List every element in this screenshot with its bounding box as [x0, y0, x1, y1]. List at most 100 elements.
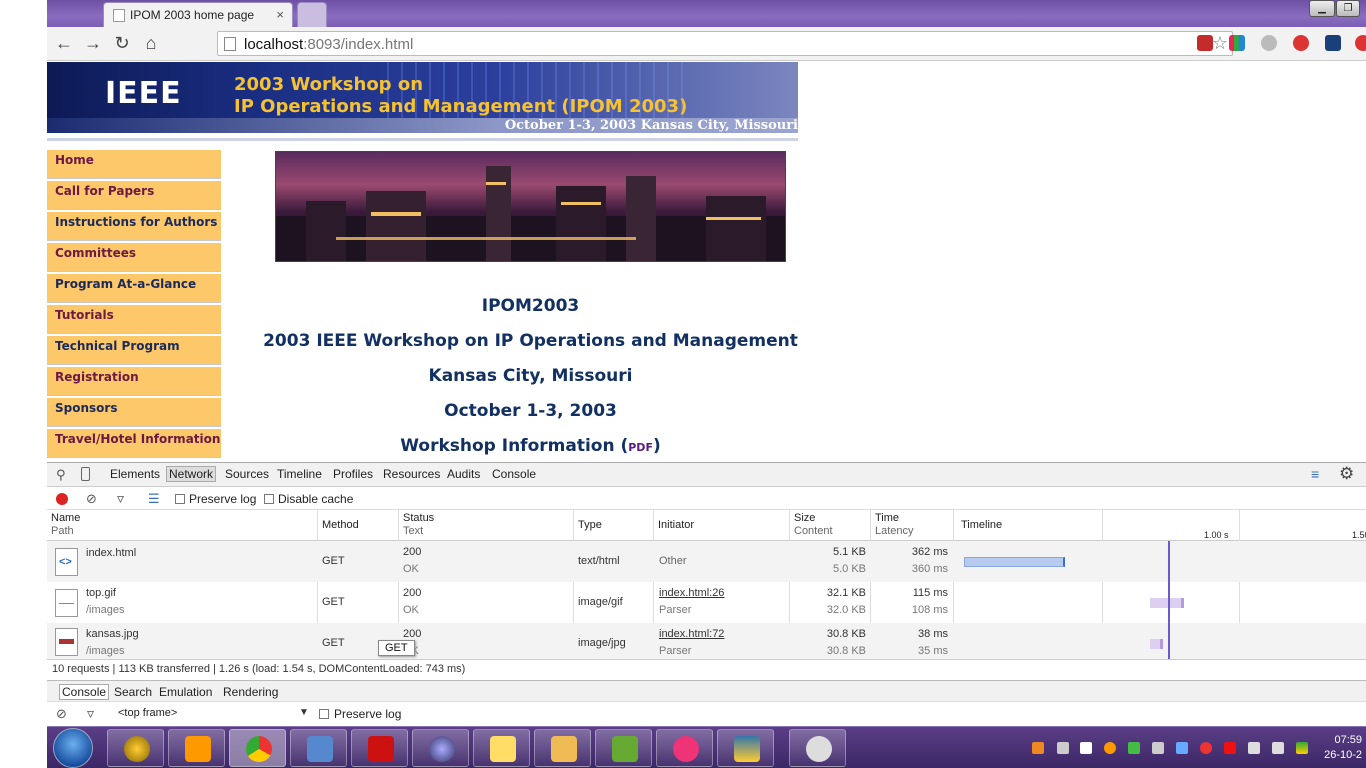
banner-date: October 1-3, 2003 Kansas City, Missouri: [504, 118, 798, 133]
taskbar-app-explorer[interactable]: [534, 729, 591, 767]
initiator-link[interactable]: index.html:26: [659, 587, 724, 599]
nav-item-travel[interactable]: Travel/Hotel Information: [47, 429, 221, 458]
html-file-icon: <>: [55, 548, 78, 576]
taskbar-app-eclipse[interactable]: [412, 729, 469, 767]
filter-icon[interactable]: ▿: [87, 705, 94, 722]
clock[interactable]: 07:59 26-10-2: [1324, 733, 1362, 763]
drawer-tab-emulation[interactable]: Emulation: [159, 685, 212, 699]
taskbar-app-network[interactable]: [290, 729, 347, 767]
taskbar-app-video[interactable]: [168, 729, 225, 767]
frame-select[interactable]: <top frame>: [118, 707, 177, 719]
taskbar-app-python[interactable]: [717, 729, 774, 767]
tab-sources[interactable]: Sources: [225, 467, 269, 481]
search-icon[interactable]: ⚲: [56, 467, 66, 483]
col-status[interactable]: Status Text: [403, 512, 434, 538]
bookmark-star-icon[interactable]: ☆: [1212, 33, 1228, 54]
network-table-header: Name Path Method Status Text Type Initiato…: [47, 510, 1366, 541]
col-method[interactable]: Method: [322, 519, 359, 532]
nav-item-sponsors[interactable]: Sponsors: [47, 398, 221, 427]
chrome-tray-icon[interactable]: [1200, 742, 1212, 754]
col-name[interactable]: Name Path: [51, 512, 80, 538]
tab-audits[interactable]: Audits: [447, 467, 480, 481]
nav-item-committees[interactable]: Committees: [47, 243, 221, 272]
gear-icon[interactable]: ⚙: [1339, 464, 1354, 484]
tray-icon[interactable]: [1248, 742, 1260, 754]
google-drive-icon[interactable]: [1296, 742, 1308, 754]
nav-item-tutorials[interactable]: Tutorials: [47, 305, 221, 334]
nav-item-registration[interactable]: Registration: [47, 367, 221, 396]
device-mode-icon[interactable]: [81, 467, 90, 481]
tray-icon[interactable]: [1104, 742, 1116, 754]
record-icon[interactable]: [56, 493, 68, 505]
back-arrow-icon[interactable]: ←: [53, 33, 75, 54]
dropdown-arrow-icon[interactable]: ▼: [299, 707, 309, 718]
signal-icon[interactable]: [1272, 742, 1284, 754]
taskbar-app-notes[interactable]: [473, 729, 530, 767]
taskbar-app-n[interactable]: [656, 729, 713, 767]
flag-icon[interactable]: [1080, 742, 1092, 754]
tray-icon[interactable]: [1128, 742, 1140, 754]
taskbar-app-notepad[interactable]: [595, 729, 652, 767]
drawer-tab-console[interactable]: Console: [59, 684, 110, 700]
workshop-information-label: Workshop Information (: [400, 436, 629, 456]
col-size[interactable]: Size Content: [794, 512, 833, 538]
list-view-icon[interactable]: ☰: [148, 491, 160, 507]
pdf-link[interactable]: PDF: [628, 441, 653, 454]
col-time[interactable]: Time Latency: [875, 512, 914, 538]
address-bar[interactable]: localhost:8093/index.html ☆: [217, 31, 1233, 56]
taskbar-app-paint[interactable]: [789, 729, 846, 767]
taskbar-app-media[interactable]: [107, 729, 164, 767]
tab-timeline[interactable]: Timeline: [277, 467, 322, 481]
taskbar-app-filezilla[interactable]: [351, 729, 408, 767]
page-icon: [224, 37, 236, 51]
adblock-plus-icon[interactable]: [1355, 35, 1366, 51]
start-button[interactable]: [53, 728, 93, 768]
request-size: 32.1 KB 32.0 KB: [826, 587, 866, 616]
clear-icon[interactable]: ⊘: [86, 491, 97, 507]
nav-item-technical-program[interactable]: Technical Program: [47, 336, 221, 365]
nav-item-program[interactable]: Program At-a-Glance: [47, 274, 221, 303]
new-tab-button[interactable]: [297, 2, 327, 27]
col-type[interactable]: Type: [578, 519, 602, 532]
tray-icon[interactable]: [1032, 742, 1044, 754]
browser-tab-active[interactable]: IPOM 2003 home page ×: [103, 2, 293, 27]
drawer-tab-search[interactable]: Search: [114, 685, 152, 699]
tab-resources[interactable]: Resources: [383, 467, 440, 481]
tab-console[interactable]: Console: [492, 467, 536, 481]
network-icon: [307, 736, 333, 762]
extension-stats-icon[interactable]: [1325, 35, 1341, 51]
forward-arrow-icon[interactable]: →: [82, 33, 104, 54]
tray-icon[interactable]: [1224, 742, 1236, 754]
close-tab-icon[interactable]: ×: [276, 7, 284, 22]
nav-item-call-for-papers[interactable]: Call for Papers: [47, 181, 221, 210]
show-drawer-icon[interactable]: ≡: [1311, 466, 1319, 482]
image-file-icon: [55, 628, 78, 656]
tab-elements[interactable]: Elements: [110, 467, 160, 481]
taskbar-app-chrome[interactable]: [229, 729, 286, 767]
adblock-icon[interactable]: [1293, 35, 1309, 51]
nav-item-instructions[interactable]: Instructions for Authors: [47, 212, 221, 241]
filter-icon[interactable]: ▿: [117, 490, 124, 507]
extension-bookmark-icon[interactable]: [1197, 35, 1213, 51]
tray-icon[interactable]: [1057, 742, 1069, 754]
volume-icon[interactable]: [1152, 742, 1164, 754]
minimize-button[interactable]: ▁: [1309, 0, 1335, 17]
initiator-link[interactable]: index.html:72: [659, 628, 724, 640]
maximize-button[interactable]: ❐: [1336, 0, 1360, 17]
home-icon[interactable]: ⌂: [140, 33, 162, 54]
tab-network[interactable]: Network: [166, 466, 217, 482]
request-time: 115 ms 108 ms: [911, 587, 948, 616]
tray-icon[interactable]: [1176, 742, 1188, 754]
clear-console-icon[interactable]: ⊘: [56, 706, 67, 722]
preserve-log-checkbox[interactable]: [175, 494, 185, 504]
reload-icon[interactable]: ↻: [111, 33, 133, 54]
drawer-tab-rendering[interactable]: Rendering: [223, 685, 278, 699]
console-preserve-log-checkbox[interactable]: [319, 709, 329, 719]
col-timeline[interactable]: Timeline: [961, 519, 1002, 532]
nav-item-home[interactable]: Home: [47, 150, 221, 179]
col-initiator[interactable]: Initiator: [658, 519, 694, 532]
extension-chart-icon[interactable]: [1229, 35, 1245, 51]
disable-cache-checkbox[interactable]: [264, 494, 274, 504]
tab-profiles[interactable]: Profiles: [333, 467, 373, 481]
extension-circle-icon[interactable]: [1261, 35, 1277, 51]
